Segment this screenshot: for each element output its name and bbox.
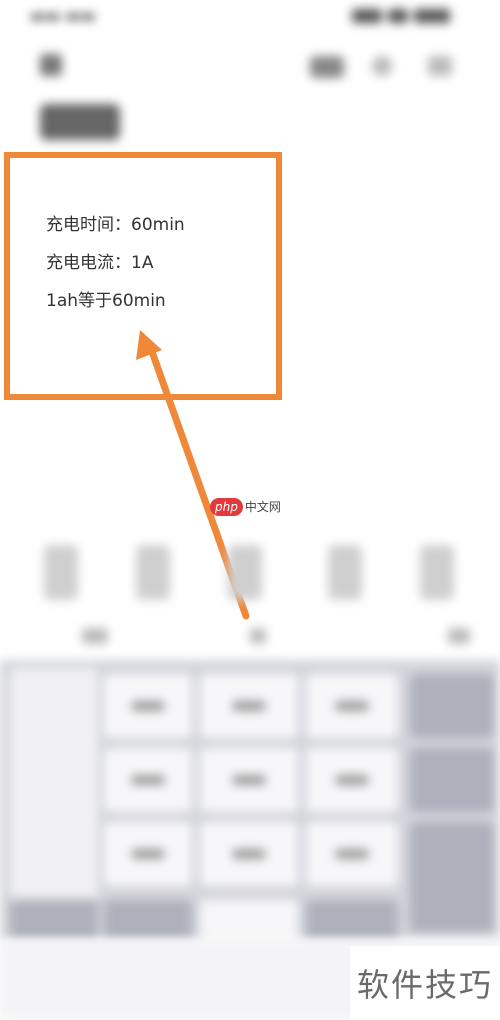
keyboard-shortcut-row (0, 622, 500, 654)
footer-watermark: 软件技巧 (350, 946, 500, 1020)
php-logo: php (210, 498, 243, 516)
keyboard-symbol-column[interactable] (10, 668, 98, 898)
keyboard-key[interactable] (306, 822, 398, 886)
toolbar-item[interactable] (136, 545, 170, 600)
keyboard-key[interactable] (200, 748, 298, 812)
number-key[interactable] (104, 900, 192, 940)
enter-key[interactable] (410, 822, 494, 932)
keyboard-key[interactable] (104, 674, 192, 738)
toolbar-item[interactable] (228, 545, 262, 600)
keyboard-key[interactable] (104, 748, 192, 812)
php-watermark: php 中文网 (210, 498, 281, 520)
keyboard-key[interactable] (200, 674, 298, 738)
php-site-label: 中文网 (244, 500, 281, 514)
toolbar-item[interactable] (328, 545, 362, 600)
keyboard-key[interactable] (306, 674, 398, 738)
toolbar-item[interactable] (44, 545, 78, 600)
shortcut-item[interactable] (448, 628, 470, 644)
delete-key[interactable] (410, 674, 494, 738)
space-key[interactable] (200, 900, 298, 940)
keyboard-key[interactable] (104, 822, 192, 886)
language-key[interactable] (306, 900, 398, 940)
keyboard-key[interactable] (306, 748, 398, 812)
clear-key[interactable] (410, 748, 494, 812)
keyboard-key[interactable] (200, 822, 298, 886)
input-toolbar (0, 545, 500, 610)
shortcut-item[interactable] (82, 628, 108, 644)
toolbar-item[interactable] (420, 545, 454, 600)
shortcut-item[interactable] (250, 628, 266, 644)
symbol-key[interactable] (10, 900, 98, 940)
footer-label: 软件技巧 (356, 966, 493, 1004)
keyboard (0, 660, 500, 940)
